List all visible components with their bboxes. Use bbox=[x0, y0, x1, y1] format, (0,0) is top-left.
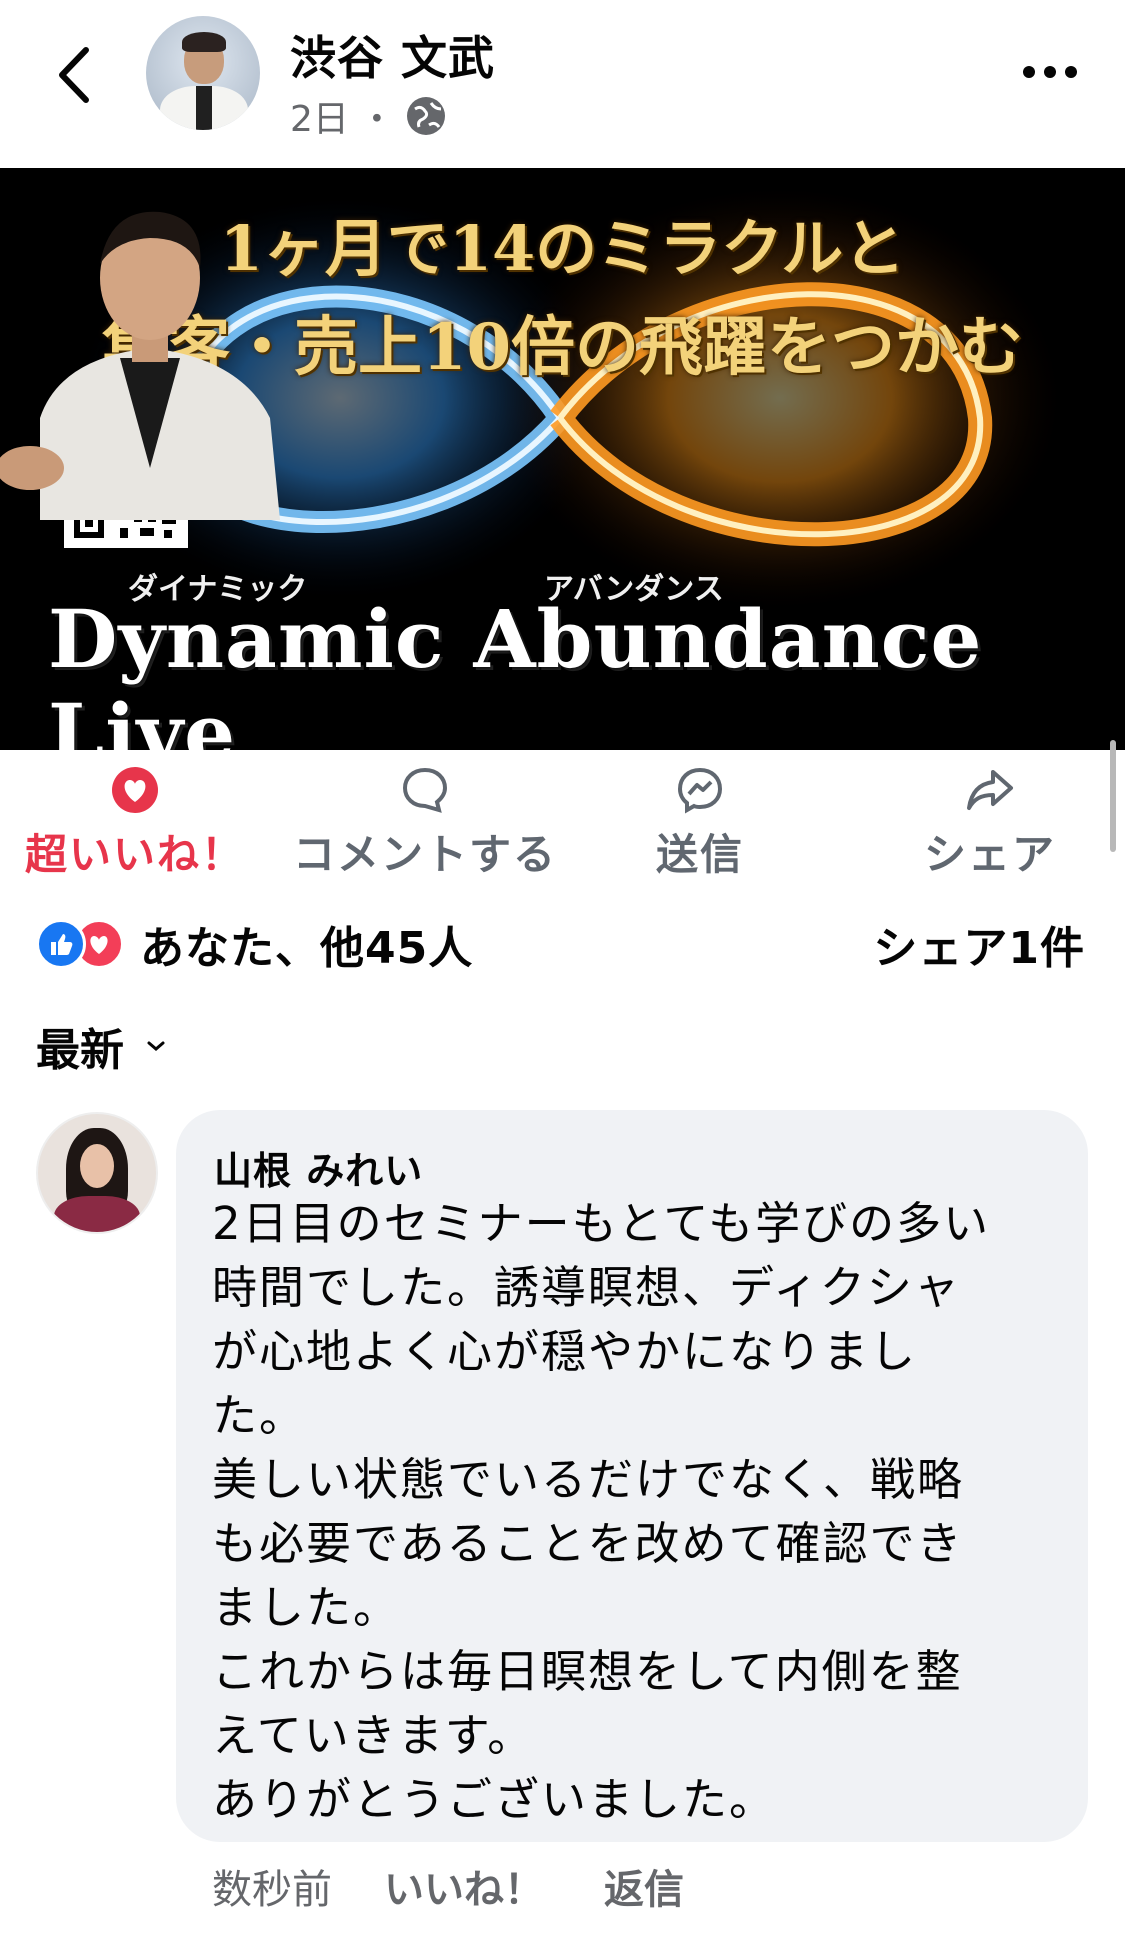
super-like-label: 超いいね！ bbox=[24, 830, 245, 879]
more-options-button[interactable] bbox=[1020, 52, 1080, 92]
super-like-button[interactable]: 超いいね！ bbox=[20, 762, 250, 882]
comment-actions: 数秒前 いいね！ 返信 bbox=[212, 1856, 684, 1916]
share-count[interactable]: シェア1件 bbox=[873, 914, 1085, 974]
post-action-bar: 超いいね！ コメントする 送信 シェア bbox=[0, 762, 1125, 882]
chevron-down-icon bbox=[147, 1041, 165, 1051]
commenter-avatar[interactable] bbox=[36, 1112, 158, 1234]
more-dots-icon bbox=[1023, 66, 1077, 78]
post-time[interactable]: 2日 bbox=[290, 90, 349, 142]
post-image[interactable]: 1ヶ月で14のミラクルと 集客・売上10倍の飛躍をつかむ ダイナミック アバンダ… bbox=[0, 168, 1125, 750]
comment-time: 数秒前 bbox=[212, 1867, 332, 1913]
post-meta: 2日 ・ bbox=[290, 90, 447, 142]
comment-bubble: 山根 みれい 2日目のセミナーもとても学びの多い 時間でした。誘導瞑想、ディクシ… bbox=[176, 1110, 1088, 1842]
reaction-summary[interactable]: あなた、他45人 bbox=[36, 914, 473, 974]
commenter-name[interactable]: 山根 みれい bbox=[214, 1140, 423, 1195]
share-label: シェア bbox=[923, 830, 1056, 879]
author-name[interactable]: 渋谷 文武 bbox=[290, 22, 495, 88]
post-header: 渋谷 文武 2日 ・ bbox=[0, 0, 1125, 168]
comment-label: コメントする bbox=[292, 830, 557, 879]
messenger-icon bbox=[677, 767, 723, 813]
send-button[interactable]: 送信 bbox=[620, 762, 780, 882]
banner-title: Dynamic Abundance Live bbox=[48, 592, 983, 750]
comment-like-button[interactable]: いいね！ bbox=[384, 1857, 544, 1915]
comment-reply-button[interactable]: 返信 bbox=[604, 1857, 684, 1915]
share-button[interactable]: シェア bbox=[900, 762, 1080, 882]
scrollbar[interactable] bbox=[1110, 740, 1116, 852]
back-button[interactable] bbox=[48, 40, 98, 110]
sort-label: 最新 bbox=[36, 1025, 124, 1076]
send-label: 送信 bbox=[655, 830, 744, 879]
globe-icon bbox=[406, 97, 445, 135]
comment-icon bbox=[402, 767, 448, 813]
speaker-photo bbox=[0, 211, 280, 520]
chevron-left-icon bbox=[59, 47, 89, 103]
author-avatar[interactable] bbox=[146, 16, 260, 130]
reaction-count-text: あなた、他45人 bbox=[140, 923, 474, 974]
meta-separator: ・ bbox=[358, 99, 395, 140]
like-reaction-icon bbox=[36, 919, 86, 969]
comment-button[interactable]: コメントする bbox=[280, 762, 570, 882]
comment-text: 2日目のセミナーもとても学びの多い 時間でした。誘導瞑想、ディクシャ が心地よく… bbox=[212, 1197, 991, 1826]
share-icon bbox=[967, 769, 1013, 810]
comment-sort-dropdown[interactable]: 最新 bbox=[36, 1014, 166, 1078]
love-icon bbox=[112, 766, 158, 813]
